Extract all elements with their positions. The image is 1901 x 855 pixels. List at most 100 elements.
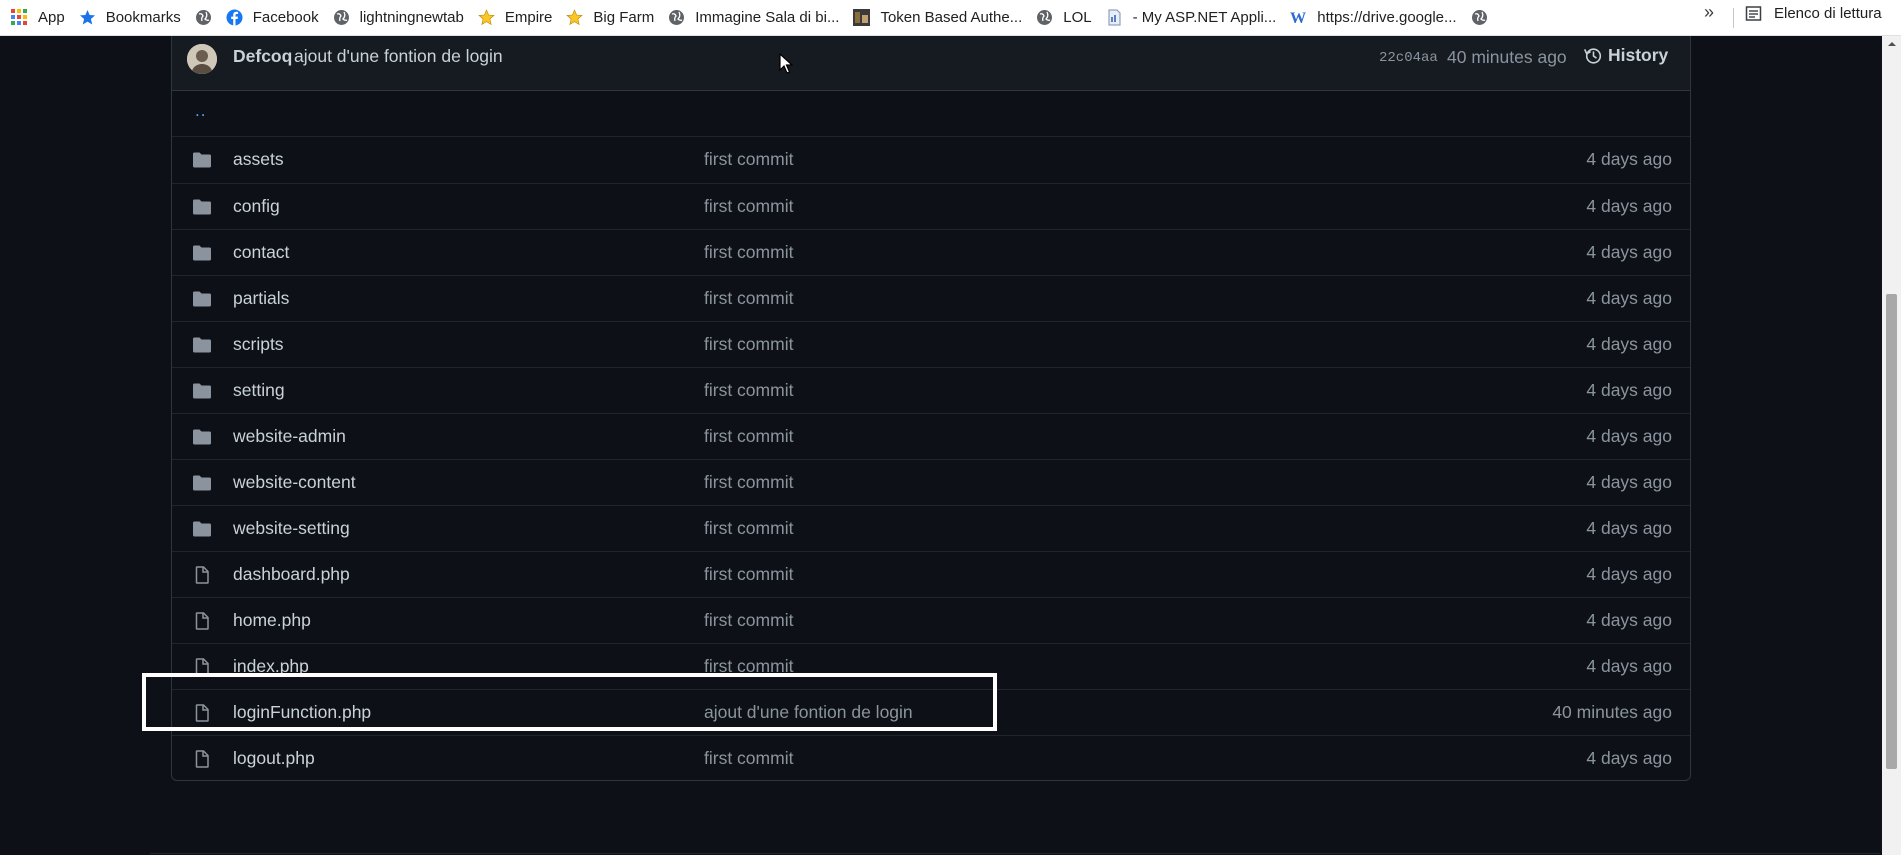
commit-age: 4 days ago	[1586, 380, 1672, 400]
commit-age: 4 days ago	[1586, 518, 1672, 538]
commit-age: 4 days ago	[1586, 149, 1672, 169]
latest-commit-bar: Defcoq ajout d'une fontion de login 22c0…	[172, 36, 1690, 91]
commit-message-link[interactable]: first commit	[704, 472, 793, 493]
bookmark-label: Immagine Sala di bi...	[695, 9, 840, 26]
star-icon	[566, 9, 584, 26]
facebook-icon	[226, 9, 243, 26]
bookmark-item[interactable]: Whttps://drive.google...	[1283, 5, 1463, 31]
table-row[interactable]: config first commit 4 days ago	[172, 183, 1690, 229]
parent-directory-link[interactable]: ..	[195, 101, 206, 121]
file-name-link[interactable]: loginFunction.php	[233, 702, 371, 723]
bookmarks-overflow-chevron[interactable]: »	[1704, 2, 1714, 23]
commit-message-link[interactable]: first commit	[704, 242, 793, 263]
table-row[interactable]: dashboard.php first commit 4 days ago	[172, 551, 1690, 597]
history-button[interactable]: History	[1584, 45, 1668, 66]
file-name-link[interactable]: home.php	[233, 610, 311, 631]
bookmark-label: Facebook	[252, 9, 319, 26]
folder-icon	[192, 382, 212, 400]
file-name-link[interactable]: website-setting	[233, 518, 350, 539]
commit-author-link[interactable]: Defcoq	[233, 46, 292, 67]
table-row[interactable]: scripts first commit 4 days ago	[172, 321, 1690, 367]
scroll-up-arrow-icon[interactable]	[1882, 40, 1901, 54]
table-row[interactable]: index.php first commit 4 days ago	[172, 643, 1690, 689]
table-row[interactable]: website-setting first commit 4 days ago	[172, 505, 1690, 551]
file-name-link[interactable]: config	[233, 196, 280, 217]
star-icon	[478, 9, 495, 26]
commit-message-link[interactable]: first commit	[704, 564, 793, 585]
commit-age: 4 days ago	[1586, 242, 1672, 262]
file-name-link[interactable]: website-admin	[233, 426, 346, 447]
file-name-link[interactable]: contact	[233, 242, 289, 263]
folder-icon	[192, 520, 212, 538]
table-row[interactable]: website-content first commit 4 days ago	[172, 459, 1690, 505]
commit-message-link[interactable]: first commit	[704, 748, 793, 769]
bookmark-item[interactable]: lightningnewtab	[326, 5, 471, 31]
commit-age: 4 days ago	[1586, 288, 1672, 308]
globe-icon	[668, 9, 685, 26]
folder-icon	[192, 151, 212, 169]
folder-icon	[192, 474, 212, 492]
table-row[interactable]: logout.php first commit 4 days ago	[172, 735, 1690, 781]
file-name-link[interactable]: scripts	[233, 334, 284, 355]
table-row[interactable]: website-admin first commit 4 days ago	[172, 413, 1690, 459]
bookmark-item[interactable]: Immagine Sala di bi...	[661, 5, 846, 31]
commit-message-link[interactable]: first commit	[704, 656, 793, 677]
bookmark-item[interactable]	[1464, 5, 1495, 31]
table-row[interactable]: home.php first commit 4 days ago	[172, 597, 1690, 643]
commit-age: 4 days ago	[1586, 656, 1672, 676]
bookmark-item[interactable]: Token Based Authe...	[846, 5, 1029, 31]
commit-message-link[interactable]: first commit	[704, 288, 793, 309]
commit-message-link[interactable]: first commit	[704, 518, 793, 539]
commit-message-link[interactable]: first commit	[704, 196, 793, 217]
bookmark-item[interactable]	[188, 5, 219, 31]
globe-icon	[1036, 9, 1053, 26]
commit-age: 40 minutes ago	[1552, 702, 1672, 722]
scrollbar-thumb[interactable]	[1886, 294, 1897, 769]
table-row[interactable]: contact first commit 4 days ago	[172, 229, 1690, 275]
file-name-link[interactable]: dashboard.php	[233, 564, 350, 585]
bookmark-item[interactable]: Big Farm	[559, 5, 661, 31]
commit-message-link[interactable]: first commit	[704, 610, 793, 631]
bookmark-item[interactable]: LOL	[1029, 5, 1098, 31]
bookmark-item[interactable]: Facebook	[219, 5, 326, 31]
file-name-link[interactable]: logout.php	[233, 748, 315, 769]
reading-list-icon	[1745, 5, 1762, 22]
table-row[interactable]: loginFunction.php ajout d'une fontion de …	[172, 689, 1690, 735]
bookmark-label: Bookmarks	[105, 9, 181, 26]
file-browser: Defcoq ajout d'une fontion de login 22c0…	[171, 36, 1691, 781]
bookmark-item[interactable]: - My ASP.NET Appli...	[1099, 5, 1284, 31]
file-name-link[interactable]: website-content	[233, 472, 356, 493]
commit-age: 4 days ago	[1586, 196, 1672, 216]
folder-icon	[192, 198, 212, 216]
commit-message-link[interactable]: first commit	[704, 380, 793, 401]
bookmark-label: App	[38, 9, 65, 26]
file-name-link[interactable]: partials	[233, 288, 289, 309]
commit-message-link[interactable]: ajout d'une fontion de login	[294, 46, 503, 67]
file-name-link[interactable]: assets	[233, 149, 284, 170]
commit-message-link[interactable]: first commit	[704, 149, 793, 170]
avatar[interactable]	[187, 44, 217, 74]
reading-list-button[interactable]: Elenco di lettura	[1745, 0, 1882, 26]
bookmark-item[interactable]: Bookmarks	[72, 5, 188, 31]
table-row[interactable]: assets first commit 4 days ago	[172, 137, 1690, 183]
file-icon	[192, 750, 212, 768]
commit-age: 4 days ago	[1586, 472, 1672, 492]
w-icon: W	[1290, 9, 1307, 26]
commit-sha-link[interactable]: 22c04aa	[1379, 50, 1438, 66]
document-icon	[1106, 9, 1123, 26]
scrollbar[interactable]	[1882, 36, 1901, 855]
commit-age: 4 days ago	[1586, 564, 1672, 584]
table-row[interactable]: partials first commit 4 days ago	[172, 275, 1690, 321]
table-row[interactable]: setting first commit 4 days ago	[172, 367, 1690, 413]
file-name-link[interactable]: index.php	[233, 656, 309, 677]
commit-message-link[interactable]: first commit	[704, 334, 793, 355]
commit-age: 4 days ago	[1586, 748, 1672, 768]
commit-age: 4 days ago	[1586, 426, 1672, 446]
parent-directory-row[interactable]: ..	[172, 91, 1690, 137]
file-icon	[192, 704, 212, 722]
commit-message-link[interactable]: ajout d'une fontion de login	[704, 702, 913, 723]
file-name-link[interactable]: setting	[233, 380, 285, 401]
bookmark-item[interactable]: Empire	[471, 5, 560, 31]
commit-message-link[interactable]: first commit	[704, 426, 793, 447]
bookmark-item[interactable]: App	[4, 5, 72, 31]
